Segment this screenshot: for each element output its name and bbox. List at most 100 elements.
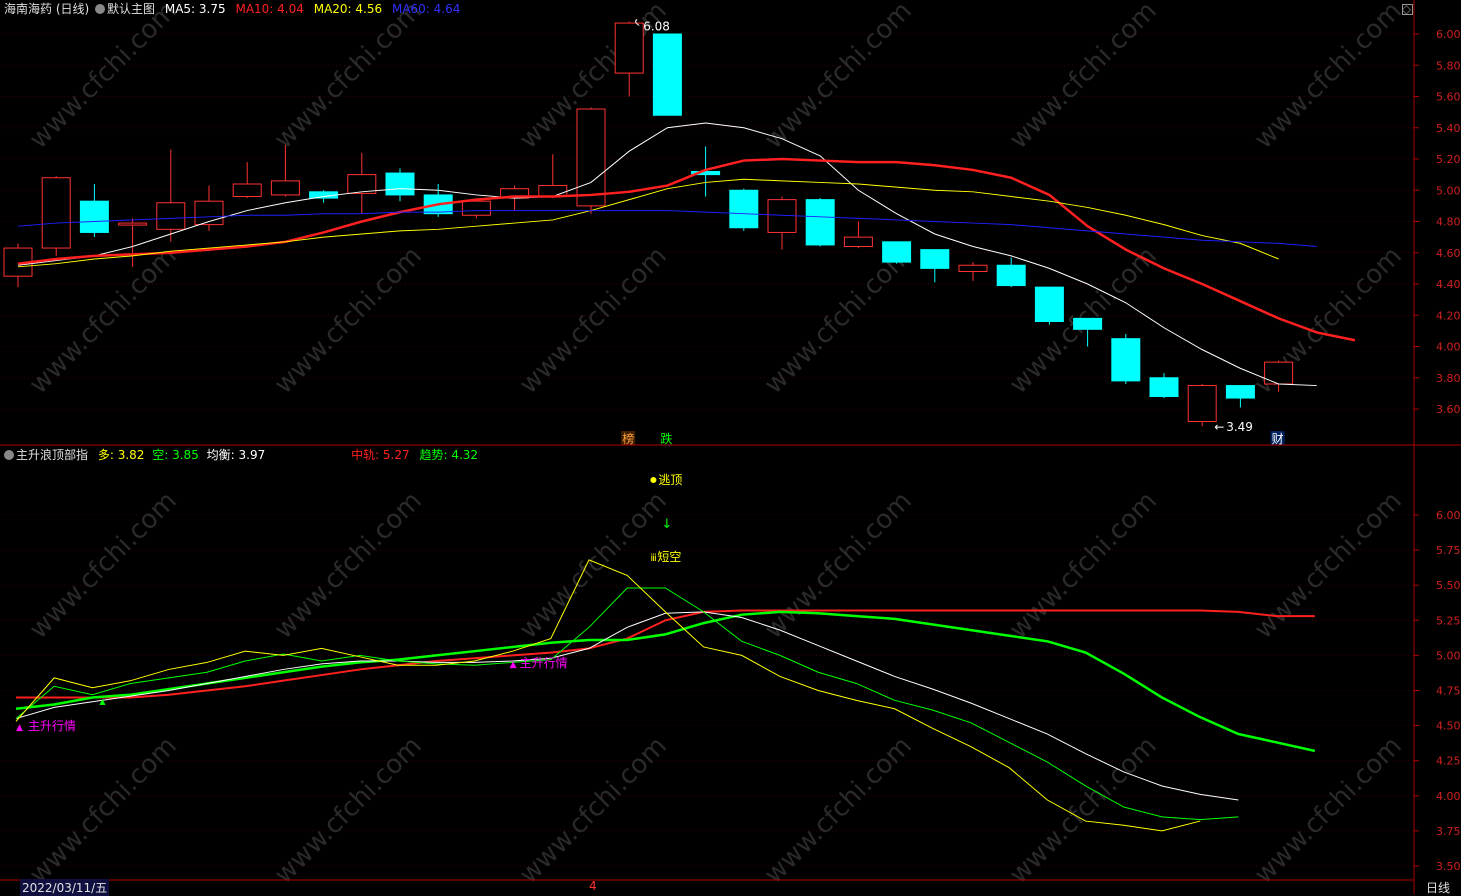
- candle-up: [614, 22, 644, 74]
- candle-up: [41, 177, 71, 249]
- watermark-text: www.cfchi.com: [269, 241, 428, 400]
- price-tick-label: 6.00: [1436, 28, 1461, 41]
- watermark-text: www.cfchi.com: [24, 486, 183, 645]
- candle-up: [1264, 361, 1294, 385]
- price-tick-label: 4.40: [1436, 278, 1461, 291]
- ma60-legend: MA60: 4.64: [391, 2, 461, 16]
- watermark-text: www.cfchi.com: [759, 731, 918, 890]
- watermark-text: www.cfchi.com: [1004, 0, 1163, 155]
- zhonggui-line: [16, 609, 1315, 699]
- buy-triangle-icon: ▲: [99, 697, 106, 706]
- candle-down: [1149, 377, 1179, 397]
- candle-up: [461, 200, 491, 216]
- ma10-legend: MA10: 4.04: [235, 2, 304, 16]
- candle-up: [118, 222, 148, 226]
- candle-down: [729, 189, 759, 229]
- watermark-text: www.cfchi.com: [514, 486, 673, 645]
- price-tick-label: 3.60: [1436, 403, 1461, 416]
- watermark-text: www.cfchi.com: [759, 241, 918, 400]
- indicator-header: 主升浪顶部指 多: 3.82 空: 3.85 均衡: 3.97 中轨: 5.27…: [4, 446, 480, 464]
- circle-chevron-icon[interactable]: [4, 450, 14, 460]
- price-tick-label: 4.20: [1436, 309, 1461, 322]
- junheng-legend: 均衡: 3.97: [206, 448, 266, 462]
- candle-down: [1225, 385, 1255, 399]
- price-tick-label: 4.80: [1436, 216, 1461, 229]
- indicator-tick-label: 5.00: [1436, 649, 1461, 662]
- price-tick-label: 4.60: [1436, 247, 1461, 260]
- escape-dot-icon: [650, 477, 657, 483]
- circle-chevron-icon[interactable]: [95, 4, 106, 14]
- short-marker-icon: ⅲ: [650, 553, 656, 564]
- candle-down: [79, 200, 109, 233]
- duo-legend: 多: 3.82: [97, 448, 145, 462]
- main-rise-label: 主升行情: [28, 719, 76, 733]
- indicator-tick-label: 4.75: [1436, 685, 1461, 698]
- indicator-tick-label: 5.50: [1436, 579, 1461, 592]
- watermark-text: www.cfchi.com: [1004, 486, 1163, 645]
- zhonggui-legend: 中轨: 5.27: [351, 448, 410, 462]
- indicator-tick-label: 6.00: [1436, 509, 1461, 522]
- candle-down: [805, 199, 835, 246]
- indicator-tick-label: 4.50: [1436, 720, 1461, 733]
- candle-up: [1187, 385, 1217, 422]
- candle-down: [1034, 286, 1064, 322]
- main-chart-header: 海南海药 (日线) 默认主图 MA5: 3.75 MA10: 4.04 MA20…: [4, 0, 462, 18]
- kong-legend: 空: 3.85: [152, 448, 199, 462]
- watermark-text: www.cfchi.com: [24, 731, 183, 890]
- high-price-label: 6.08: [643, 20, 670, 34]
- candle-down: [385, 172, 415, 196]
- indicator-tick-label: 4.25: [1436, 755, 1461, 768]
- candle-up: [843, 236, 873, 247]
- up-triangle-icon: ▲: [510, 660, 517, 670]
- indicator-name[interactable]: 主升浪顶部指: [16, 448, 88, 462]
- price-tick-label: 5.40: [1436, 122, 1461, 135]
- period-label[interactable]: 日线: [1426, 879, 1450, 896]
- qushi-line: [15, 610, 1316, 753]
- low-arrow-icon: ←: [1214, 420, 1224, 434]
- ma20-legend: MA20: 4.56: [313, 2, 383, 16]
- qushi-legend: 趋势: 4.32: [419, 448, 479, 462]
- date-label: 2022/03/11/五: [20, 879, 110, 896]
- badge-cai: 财: [1272, 432, 1284, 446]
- candle-up: [156, 202, 186, 230]
- watermark-text: www.cfchi.com: [514, 241, 673, 400]
- candle-up: [576, 108, 606, 207]
- watermark-text: www.cfchi.com: [759, 0, 918, 155]
- month-marker: 4: [589, 879, 597, 893]
- escape-top-label: 逃顶: [658, 473, 682, 487]
- ma10-line: [17, 157, 1356, 342]
- candle-down: [920, 249, 950, 269]
- indicator-tick-label: 3.50: [1436, 860, 1461, 873]
- candle-up: [232, 183, 262, 197]
- candle-down: [996, 264, 1026, 287]
- price-tick-label: 5.20: [1436, 153, 1461, 166]
- candle-up: [958, 264, 988, 272]
- price-tick-label: 5.00: [1436, 184, 1461, 197]
- badge-die: 跌: [660, 431, 672, 446]
- low-price-label: 3.49: [1226, 420, 1253, 434]
- price-tick-label: 5.60: [1436, 91, 1461, 104]
- indicator-tick-label: 3.75: [1436, 825, 1461, 838]
- indicator-tick-label: 4.00: [1436, 790, 1461, 803]
- watermark-text: www.cfchi.com: [269, 0, 428, 155]
- ma5-legend: MA5: 3.75: [164, 2, 226, 16]
- candle-down: [652, 33, 682, 116]
- template-name[interactable]: 默认主图: [107, 2, 155, 16]
- watermark-text: www.cfchi.com: [1249, 0, 1408, 155]
- square-icon[interactable]: [1402, 4, 1413, 15]
- up-triangle-icon: ▲: [16, 723, 23, 733]
- indicator-tick-label: 5.25: [1436, 614, 1461, 627]
- watermark-text: www.cfchi.com: [759, 486, 918, 645]
- watermark-text: www.cfchi.com: [269, 486, 428, 645]
- indicator-tick-label: 5.75: [1436, 544, 1461, 557]
- main-rise-label: 主升行情: [520, 656, 568, 670]
- candle-down: [1111, 338, 1141, 382]
- candle-down: [882, 241, 912, 263]
- price-tick-label: 4.00: [1436, 341, 1461, 354]
- stock-title[interactable]: 海南海药 (日线): [4, 2, 89, 16]
- watermark-text: www.cfchi.com: [24, 0, 183, 155]
- price-tick-label: 5.80: [1436, 59, 1461, 72]
- badge-bang: 榜: [622, 431, 634, 446]
- watermark-text: www.cfchi.com: [1249, 486, 1408, 645]
- short-kong-label: 短空: [657, 550, 681, 564]
